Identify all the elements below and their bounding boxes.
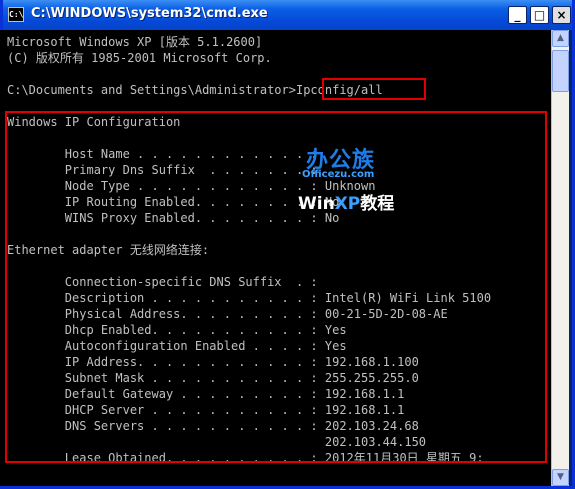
window-title: C:\WINDOWS\system32\cmd.exe (31, 6, 268, 21)
close-button[interactable]: × (552, 6, 571, 24)
command-highlight-box (322, 78, 426, 100)
watermark-sub-xp: XP (334, 194, 361, 214)
cmd-app-icon[interactable]: C:\ (8, 7, 24, 22)
console-line: (C) 版权所有 1985-2001 Microsoft Corp. (7, 51, 272, 65)
vertical-scrollbar[interactable]: ▲ ▼ (551, 30, 569, 486)
maximize-button[interactable]: □ (530, 6, 549, 24)
scroll-thumb[interactable] (552, 50, 569, 92)
officezu-watermark-logo: 办公族 Officezu.com WinXP教程 (298, 142, 402, 214)
scroll-up-button[interactable]: ▲ (552, 30, 569, 47)
output-highlight-box (5, 111, 547, 463)
watermark-site: Officezu.com (302, 169, 375, 180)
console-line: Microsoft Windows XP [版本 5.1.2600] (7, 35, 263, 49)
minimize-button[interactable]: _ (508, 6, 527, 24)
title-bar[interactable]: C:\ C:\WINDOWS\system32\cmd.exe _ □ × (3, 0, 572, 30)
watermark-sub-prefix: Win (298, 194, 335, 214)
scroll-down-button[interactable]: ▼ (552, 469, 569, 486)
watermark-subtitle: WinXP教程 (298, 189, 394, 214)
watermark-sub-suffix: 教程 (360, 194, 395, 214)
